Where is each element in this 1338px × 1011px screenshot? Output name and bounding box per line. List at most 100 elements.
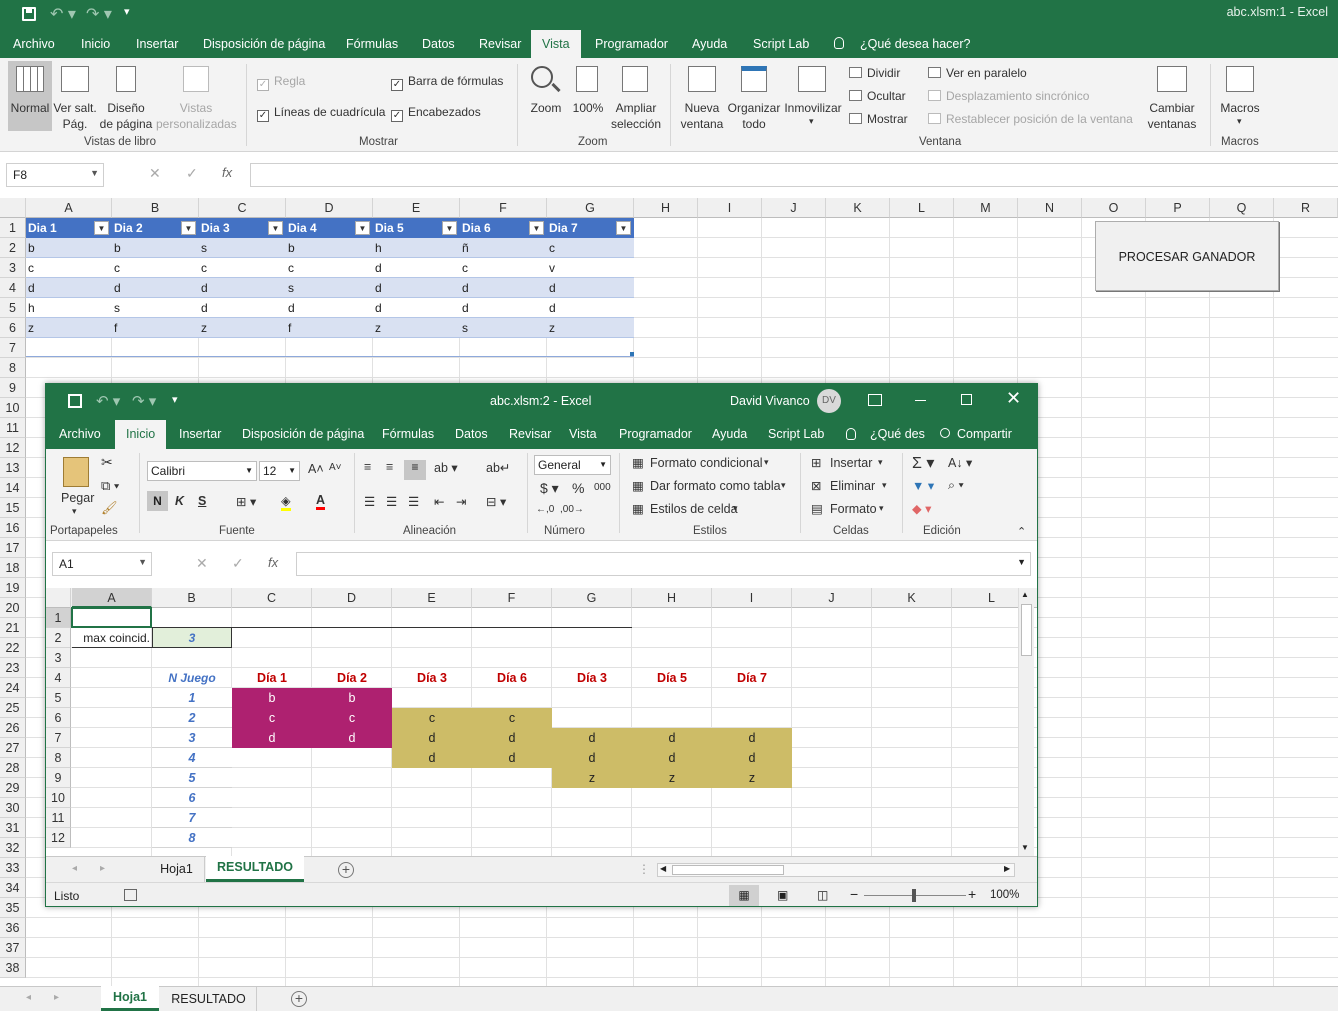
format-cells-dropdown-icon[interactable]: ▾ [879, 503, 884, 514]
row-header[interactable]: 17 [0, 538, 26, 558]
w2-redo-icon[interactable]: ↷ ▾ [132, 392, 156, 410]
result-cell[interactable]: c [232, 708, 312, 728]
w2-tab-revisar[interactable]: Revisar [509, 420, 551, 448]
game-number[interactable]: 7 [152, 808, 232, 828]
w2-hscroll-thumb[interactable] [672, 865, 784, 875]
arrange-all-button[interactable]: Organizar todo [726, 100, 782, 132]
insert-cells-button[interactable]: Insertar [830, 456, 872, 470]
table-cell[interactable]: d [549, 278, 556, 298]
tab-disposicion[interactable]: Disposición de página [203, 30, 325, 58]
save-icon[interactable] [22, 7, 36, 21]
name-box-dropdown-icon[interactable]: ▼ [90, 168, 99, 178]
w2-tab-insertar[interactable]: Insertar [179, 420, 221, 448]
result-cell[interactable]: d [552, 728, 632, 748]
result-cell[interactable]: d [712, 748, 792, 768]
table-cell[interactable]: f [114, 318, 117, 338]
w2-formula-input[interactable]: ▼ [296, 552, 1031, 576]
w2-tab-datos[interactable]: Datos [455, 420, 488, 448]
wrap-text-icon[interactable]: ab↵ [486, 460, 510, 475]
w2-normal-view-icon[interactable]: ▦ [729, 885, 759, 906]
table-cell[interactable]: b [288, 238, 295, 258]
w2-row-header[interactable]: 7 [46, 728, 71, 748]
table-cell[interactable]: c [114, 258, 120, 278]
table-cell[interactable]: b [28, 238, 35, 258]
table-cell[interactable]: ñ [462, 238, 469, 258]
w2-column-header[interactable]: J [792, 588, 872, 608]
w2-tab-vista[interactable]: Vista [569, 420, 597, 448]
merge-center-icon[interactable]: ⊟ ▾ [486, 494, 506, 509]
column-header[interactable]: C [199, 198, 286, 218]
w2-tab-ayuda[interactable]: Ayuda [712, 420, 747, 448]
w2-sheet-tab-hoja1[interactable]: Hoja1 [149, 857, 205, 882]
row-header[interactable]: 8 [0, 358, 26, 378]
paste-dropdown-icon[interactable]: ▾ [72, 506, 77, 517]
split-button[interactable]: Dividir [867, 66, 900, 80]
row-header[interactable]: 12 [0, 438, 26, 458]
table-header-cell[interactable]: Dia 2 [114, 218, 143, 238]
w2-column-header[interactable]: E [392, 588, 472, 608]
column-header[interactable]: I [698, 198, 762, 218]
table-resize-handle[interactable] [630, 352, 634, 356]
table-cell[interactable]: z [375, 318, 381, 338]
row-header[interactable]: 6 [0, 318, 26, 338]
zoom-selection-button[interactable]: Ampliar selección [606, 100, 666, 132]
table-cell[interactable]: d [375, 298, 382, 318]
result-cell[interactable]: d [392, 728, 472, 748]
column-header[interactable]: A [26, 198, 112, 218]
w2-name-box-dropdown-icon[interactable]: ▼ [138, 557, 147, 567]
insert-cells-dropdown-icon[interactable]: ▾ [878, 457, 883, 468]
w2-vscroll-up-icon[interactable]: ▲ [1021, 590, 1029, 599]
w2-avatar[interactable]: DV [817, 389, 841, 413]
scroll-right-icon[interactable]: ▸ [54, 992, 59, 1003]
w2-select-all-corner[interactable] [46, 588, 71, 608]
table-cell[interactable]: b [114, 238, 121, 258]
collapse-ribbon-icon[interactable]: ⌃ [1017, 525, 1026, 538]
w2-row-header[interactable]: 8 [46, 748, 71, 768]
w2-vscrollbar[interactable]: ▲ ▼ [1018, 588, 1034, 856]
w2-tab-formulas[interactable]: Fórmulas [382, 420, 434, 448]
w2-zoom-slider[interactable] [864, 889, 966, 902]
result-cell[interactable]: c [472, 708, 552, 728]
table-header-cell[interactable]: Dia 1 [28, 218, 57, 238]
result-cell[interactable]: z [552, 768, 632, 788]
row-header[interactable]: 27 [0, 738, 26, 758]
table-cell[interactable]: d [549, 298, 556, 318]
w2-sheet-tab-resultado[interactable]: RESULTADO [206, 856, 304, 882]
font-size-select[interactable]: 12 ▼ [259, 461, 300, 481]
row-header[interactable]: 3 [0, 258, 26, 278]
side-by-side-button[interactable]: Ver en paralelo [946, 66, 1027, 80]
formula-bar-checkbox[interactable]: ✓ Barra de fórmulas [391, 74, 503, 91]
game-number[interactable]: 2 [152, 708, 232, 728]
bold-button[interactable]: N [147, 491, 168, 511]
game-number[interactable]: 3 [152, 728, 232, 748]
w2-save-icon[interactable] [68, 394, 82, 408]
row-header[interactable]: 18 [0, 558, 26, 578]
headings-checkbox[interactable]: ✓ Encabezados [391, 105, 481, 122]
row-header[interactable]: 36 [0, 918, 26, 938]
row-header[interactable]: 4 [0, 278, 26, 298]
undo-icon[interactable]: ↶ ▾ [50, 4, 76, 24]
table-cell[interactable]: z [28, 318, 34, 338]
grow-font-icon[interactable]: A˄ [308, 462, 324, 476]
w2-maximize-icon[interactable] [961, 394, 972, 405]
filter-dropdown-icon[interactable]: ▼ [616, 221, 631, 235]
percent-icon[interactable]: % [572, 480, 584, 496]
filter-dropdown-icon[interactable]: ▼ [181, 221, 196, 235]
filter-dropdown-icon[interactable]: ▼ [529, 221, 544, 235]
row-header[interactable]: 7 [0, 338, 26, 358]
italic-button[interactable]: K [175, 494, 184, 508]
filter-dropdown-icon[interactable]: ▼ [442, 221, 457, 235]
w2-row-header[interactable]: 3 [46, 648, 71, 668]
cell-styles-dropdown-icon[interactable]: ▾ [733, 503, 738, 514]
w2-minimize-icon[interactable] [915, 400, 926, 401]
autosum-icon[interactable]: Σ ▾ [912, 453, 934, 473]
scroll-left-icon[interactable]: ◂ [26, 992, 31, 1003]
freeze-panes-button[interactable]: Inmovilizar [782, 100, 844, 116]
delete-cells-dropdown-icon[interactable]: ▾ [882, 480, 887, 491]
column-header[interactable]: B [112, 198, 199, 218]
font-name-select[interactable]: Calibri ▼ [147, 461, 257, 481]
column-header[interactable]: R [1274, 198, 1338, 218]
table-cell[interactable]: d [28, 278, 35, 298]
column-header[interactable]: P [1146, 198, 1210, 218]
w2-macro-record-icon[interactable] [124, 889, 137, 901]
